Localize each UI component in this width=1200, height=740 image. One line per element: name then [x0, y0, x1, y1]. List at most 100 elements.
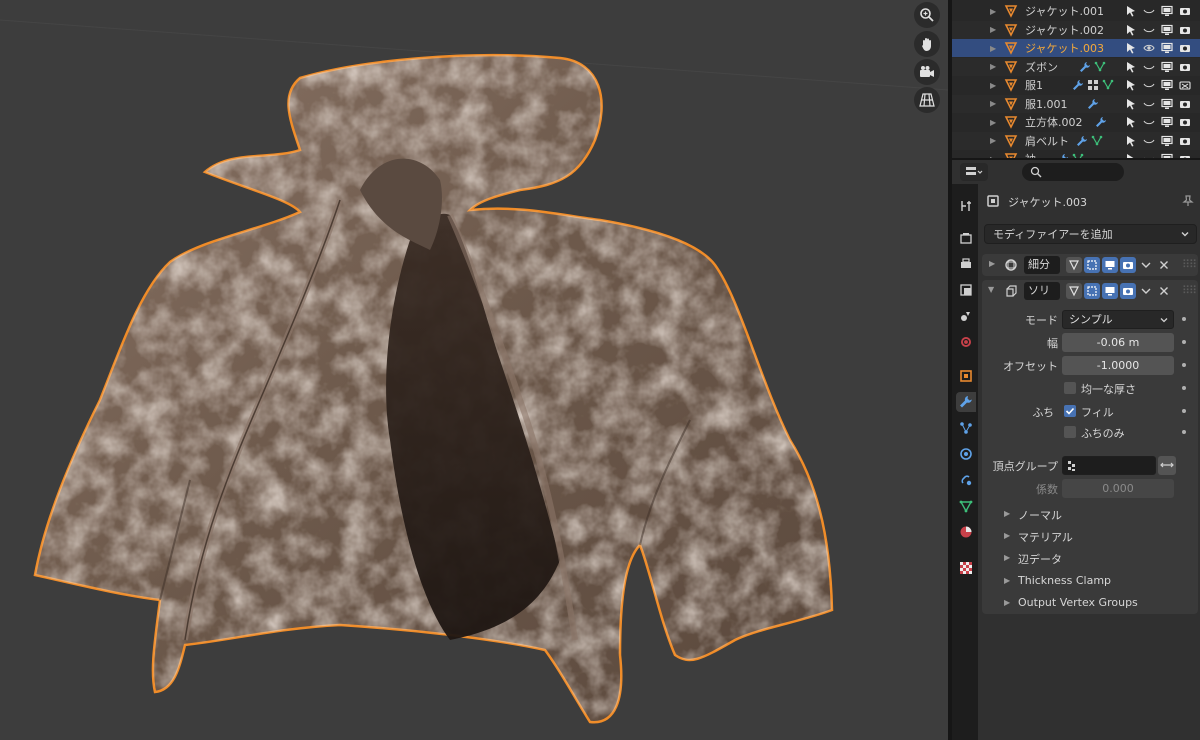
camera-icon[interactable]	[1178, 97, 1191, 110]
close-icon[interactable]	[1158, 259, 1170, 271]
pan-hand-icon[interactable]	[914, 31, 940, 57]
perspective-grid-icon[interactable]	[914, 87, 940, 113]
expand-arrow-icon[interactable]: ▶	[989, 259, 995, 268]
expand-arrow-icon[interactable]: ▶	[990, 7, 996, 16]
chevron-down-icon[interactable]	[1140, 259, 1152, 271]
monitor-icon[interactable]	[1160, 60, 1173, 73]
drag-handle-icon[interactable]: ⠿⠿	[1182, 284, 1197, 297]
material-icon[interactable]	[956, 522, 976, 542]
eye-closed-icon[interactable]	[1142, 79, 1155, 92]
keyframe-dot-icon[interactable]	[1182, 430, 1186, 434]
output-properties-icon[interactable]	[956, 254, 976, 274]
render-properties-icon[interactable]	[956, 228, 976, 248]
constraints-icon[interactable]	[956, 470, 976, 490]
view-layer-icon[interactable]	[956, 280, 976, 300]
outliner-object-name[interactable]: ジャケット.001	[1025, 3, 1104, 19]
select-cursor-icon[interactable]	[1124, 5, 1137, 18]
select-cursor-icon[interactable]	[1124, 60, 1137, 73]
invert-vertex-group-button[interactable]	[1158, 456, 1176, 475]
expand-arrow-icon[interactable]: ▶	[1004, 598, 1010, 607]
expand-arrow-icon[interactable]: ▶	[1004, 576, 1010, 585]
eye-closed-icon[interactable]	[1142, 116, 1155, 129]
mode-dropdown[interactable]: シンプル	[1062, 310, 1174, 329]
modifier-name-field[interactable]: ソリ	[1024, 282, 1060, 300]
scene-properties-icon[interactable]	[956, 306, 976, 326]
select-cursor-icon[interactable]	[1124, 42, 1137, 55]
particles-icon[interactable]	[956, 418, 976, 438]
outliner-object-name[interactable]: ズボン	[1025, 59, 1058, 75]
edit-mode-toggle[interactable]	[1084, 283, 1100, 299]
monitor-icon[interactable]	[1160, 79, 1173, 92]
3d-viewport[interactable]	[0, 0, 948, 740]
eye-closed-icon[interactable]	[1142, 23, 1155, 36]
eye-closed-icon[interactable]	[1142, 60, 1155, 73]
camera-icon[interactable]	[1178, 116, 1191, 129]
vertex-group-field[interactable]	[1062, 456, 1156, 475]
modifier-header[interactable]: ▶ 細分 ⠿⠿	[982, 254, 1198, 276]
select-cursor-icon[interactable]	[1124, 134, 1137, 147]
zoom-icon[interactable]	[914, 2, 940, 28]
world-properties-icon[interactable]	[956, 332, 976, 352]
camera-icon[interactable]	[1178, 42, 1191, 55]
modifier-properties-icon[interactable]	[956, 392, 976, 412]
outliner-row[interactable]: ▶ 服1	[952, 76, 1200, 94]
properties-search-input[interactable]	[1022, 163, 1124, 181]
select-cursor-icon[interactable]	[1124, 97, 1137, 110]
edit-mode-toggle[interactable]	[1084, 257, 1100, 273]
monitor-icon[interactable]	[1160, 116, 1173, 129]
expand-arrow-icon[interactable]: ▶	[990, 99, 996, 108]
outliner-row[interactable]: ▶ ジャケット.001	[952, 2, 1200, 20]
texture-icon[interactable]	[956, 558, 976, 578]
eye-closed-icon[interactable]	[1142, 97, 1155, 110]
modifier-name-field[interactable]: 細分	[1024, 256, 1060, 274]
expand-arrow-icon[interactable]: ▶	[990, 44, 996, 53]
expand-arrow-icon[interactable]: ▶	[1004, 509, 1010, 518]
monitor-icon[interactable]	[1160, 23, 1173, 36]
outliner-row[interactable]: ▶ 肩ベルト	[952, 131, 1200, 150]
rim-only-checkbox[interactable]	[1064, 426, 1076, 438]
add-modifier-dropdown[interactable]: モディファイアーを追加	[984, 224, 1197, 244]
outliner-row[interactable]: ▶ ジャケット.003	[952, 39, 1200, 57]
factor-field[interactable]: 0.000	[1062, 479, 1174, 498]
object-properties-icon[interactable]	[956, 366, 976, 386]
eye-closed-icon[interactable]	[1142, 134, 1155, 147]
thickness-field[interactable]: -0.06 m	[1062, 333, 1174, 352]
expand-arrow-icon[interactable]: ▶	[990, 81, 996, 90]
monitor-icon[interactable]	[1160, 42, 1173, 55]
expand-arrow-icon[interactable]: ▶	[990, 25, 996, 34]
offset-field[interactable]: -1.0000	[1062, 356, 1174, 375]
drag-handle-icon[interactable]: ⠿⠿	[1182, 258, 1197, 271]
camera-disabled-icon[interactable]	[1178, 79, 1191, 92]
select-cursor-icon[interactable]	[1124, 116, 1137, 129]
subpanel-header[interactable]: Thickness Clamp	[1018, 574, 1111, 587]
outliner-object-name[interactable]: ジャケット.003	[1025, 40, 1104, 56]
monitor-icon[interactable]	[1160, 5, 1173, 18]
keyframe-dot-icon[interactable]	[1182, 386, 1186, 390]
object-data-icon[interactable]	[956, 496, 976, 516]
fill-rim-checkbox[interactable]	[1064, 405, 1076, 417]
keyframe-dot-icon[interactable]	[1182, 317, 1186, 321]
monitor-icon[interactable]	[1160, 97, 1173, 110]
subpanel-header[interactable]: ノーマル	[1018, 507, 1062, 523]
jacket-mesh[interactable]	[0, 0, 948, 740]
expand-arrow-icon[interactable]: ▶	[990, 136, 996, 145]
camera-icon[interactable]	[1178, 60, 1191, 73]
outliner-object-name[interactable]: 立方体.002	[1025, 114, 1083, 130]
edit-cage-toggle[interactable]	[1066, 283, 1082, 299]
outliner-object-name[interactable]: ジャケット.002	[1025, 22, 1104, 38]
camera-icon[interactable]	[1178, 134, 1191, 147]
outliner-row[interactable]: ▶ 服1.001	[952, 94, 1200, 113]
physics-icon[interactable]	[956, 444, 976, 464]
outliner-object-name[interactable]: 袖	[1025, 151, 1036, 158]
close-icon[interactable]	[1158, 285, 1170, 297]
expand-arrow-icon[interactable]: ▶	[990, 118, 996, 127]
subpanel-header[interactable]: 辺データ	[1018, 551, 1062, 567]
viewport-toggle[interactable]	[1102, 283, 1118, 299]
outliner-object-name[interactable]: 肩ベルト	[1025, 133, 1069, 149]
modifier-header[interactable]: ▼ ソリ ⠿⠿	[982, 280, 1198, 302]
outliner-object-name[interactable]: 服1.001	[1025, 96, 1068, 112]
edit-cage-toggle[interactable]	[1066, 257, 1082, 273]
expand-arrow-icon[interactable]: ▶	[990, 62, 996, 71]
outliner-row[interactable]: ▶ ズボン	[952, 57, 1200, 76]
outliner-row[interactable]: ▶ 立方体.002	[952, 113, 1200, 131]
